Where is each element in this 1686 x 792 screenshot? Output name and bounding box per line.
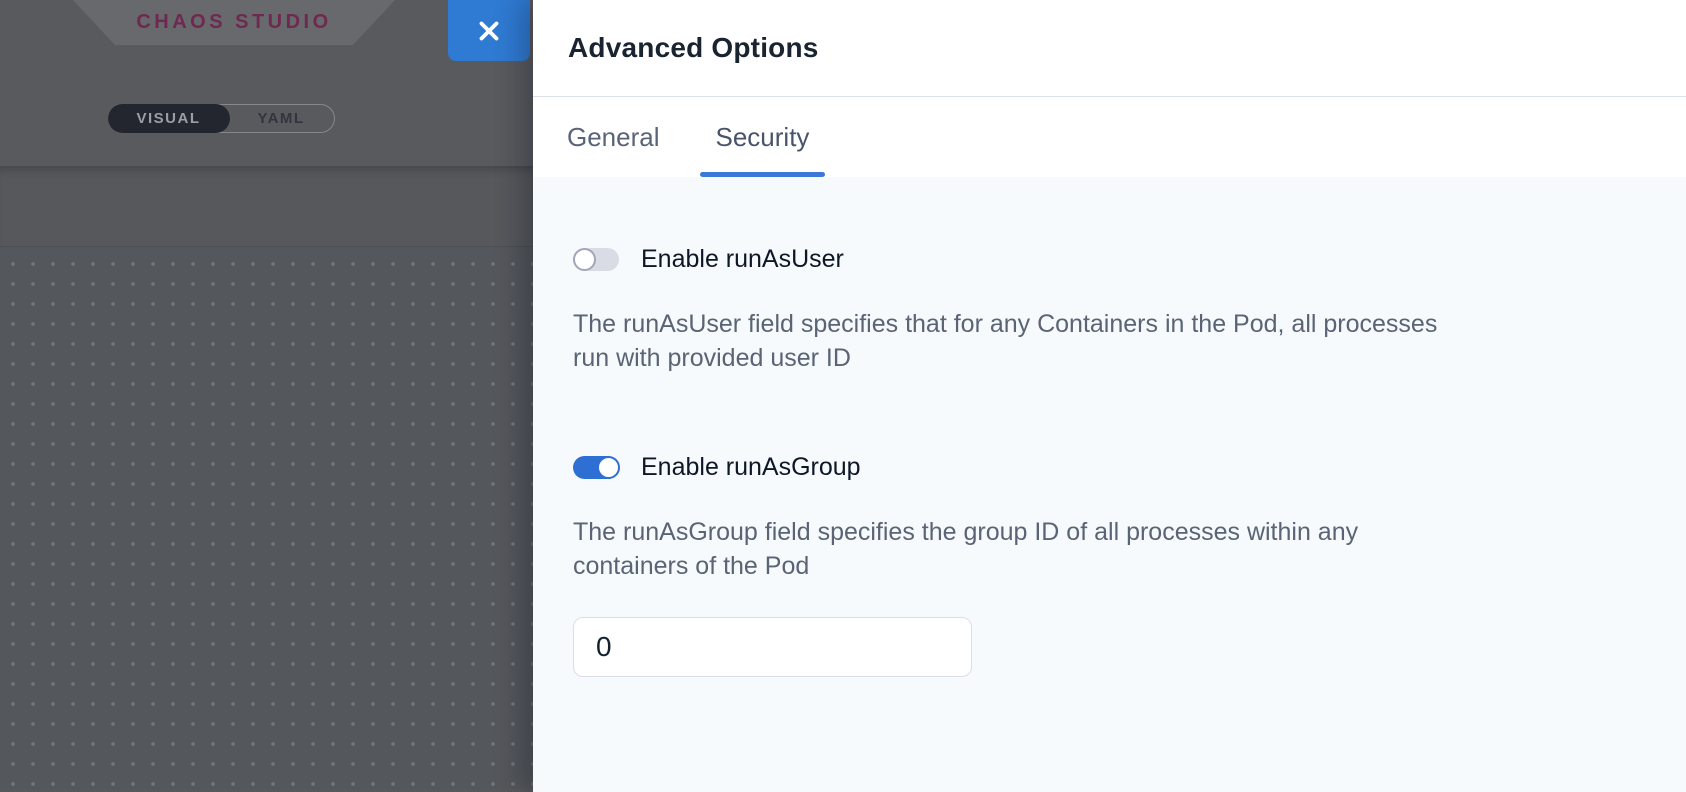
- tab-security[interactable]: Security: [700, 97, 826, 177]
- run-as-group-value-input[interactable]: [573, 617, 972, 677]
- toggle-knob: [597, 456, 620, 479]
- tab-visual[interactable]: VISUAL: [108, 104, 230, 133]
- app-banner-title: CHAOS STUDIO: [136, 11, 331, 34]
- close-drawer-button[interactable]: [448, 0, 530, 61]
- security-tab-panel: Enable runAsUser The runAsUser field spe…: [533, 177, 1686, 792]
- toggle-knob: [573, 248, 596, 271]
- run-as-group-label: Enable runAsGroup: [641, 453, 861, 482]
- advanced-options-drawer: Advanced Options General Security Enable…: [533, 0, 1686, 792]
- run-as-group-row: Enable runAsGroup: [573, 455, 1646, 479]
- drawer-header: Advanced Options: [533, 0, 1686, 97]
- tab-yaml[interactable]: YAML: [228, 105, 334, 132]
- screen: CHAOS STUDIO VISUAL YAML Advanced Option…: [0, 0, 1686, 792]
- run-as-user-row: Enable runAsUser: [573, 247, 1646, 271]
- description-line: The runAsGroup field specifies the group…: [573, 515, 1646, 549]
- tab-yaml-label: YAML: [257, 110, 304, 127]
- view-mode-toggle: VISUAL YAML: [108, 104, 335, 133]
- canvas-toolbar: [0, 168, 533, 247]
- drawer-title: Advanced Options: [568, 32, 819, 64]
- run-as-user-toggle[interactable]: [573, 248, 619, 271]
- drawer-tabs: General Security: [533, 97, 1686, 177]
- tab-general[interactable]: General: [551, 97, 676, 177]
- canvas-dot-grid: [0, 247, 533, 789]
- app-banner: CHAOS STUDIO: [73, 0, 395, 45]
- description-line: run with provided user ID: [573, 341, 1646, 375]
- description-line: The runAsUser field specifies that for a…: [573, 307, 1646, 341]
- description-line: containers of the Pod: [573, 549, 1646, 583]
- run-as-group-toggle[interactable]: [573, 456, 619, 479]
- close-icon: [477, 19, 501, 43]
- run-as-user-label: Enable runAsUser: [641, 245, 844, 274]
- run-as-group-description: The runAsGroup field specifies the group…: [573, 515, 1646, 583]
- run-as-user-description: The runAsUser field specifies that for a…: [573, 307, 1646, 375]
- tab-security-label: Security: [716, 122, 810, 153]
- chaos-studio-background: CHAOS STUDIO VISUAL YAML: [0, 0, 533, 792]
- tab-visual-label: VISUAL: [136, 110, 200, 127]
- tab-general-label: General: [567, 122, 660, 153]
